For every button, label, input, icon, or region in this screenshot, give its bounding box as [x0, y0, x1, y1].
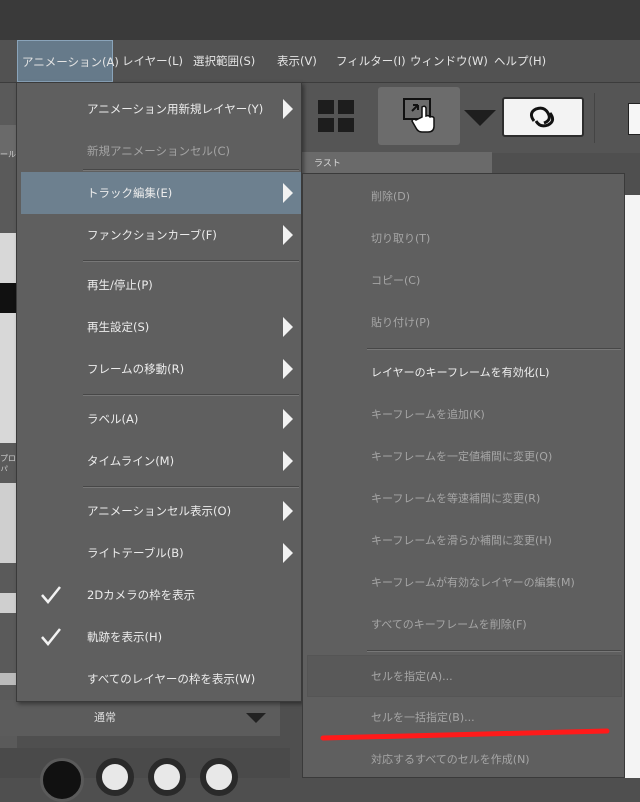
tool-panel-label: ール	[0, 150, 16, 159]
submenu-item-linear-interpolation[interactable]: キーフレームを等速補間に変更(R)	[303, 478, 624, 520]
menu-filter[interactable]: フィルター(I)	[332, 40, 410, 82]
blend-mode-select[interactable]: 通常	[0, 700, 280, 736]
hand-pointer-icon[interactable]	[378, 87, 460, 145]
grid-view-icon[interactable]	[310, 87, 362, 145]
link-icon[interactable]	[502, 97, 584, 137]
submenu-arrow-icon	[283, 501, 293, 521]
brush-preview	[0, 233, 17, 443]
submenu-arrow-icon	[283, 359, 293, 379]
submenu-item-create-all-cels[interactable]: 対応するすべてのセルを作成(N)	[303, 739, 624, 781]
brush-tip-row	[0, 748, 290, 802]
menu-item-show-all-layer-frames[interactable]: すべてのレイヤーの枠を表示(W)	[17, 658, 301, 700]
submenu-item-specify-cel[interactable]: セルを指定(A)...	[307, 655, 622, 697]
submenu-arrow-icon	[283, 317, 293, 337]
menu-item-light-table[interactable]: ライトテーブル(B)	[17, 532, 301, 574]
submenu-arrow-icon	[283, 225, 293, 245]
brush-tip-option[interactable]	[96, 758, 134, 796]
chevron-down-icon	[246, 713, 266, 723]
menu-item-function-curve[interactable]: ファンクションカーブ(F)	[17, 214, 301, 256]
brush-tip-option[interactable]	[40, 758, 84, 802]
submenu-arrow-icon	[283, 409, 293, 429]
menu-animation[interactable]: アニメーション(A)	[17, 40, 119, 82]
track-edit-submenu: 削除(D) 切り取り(T) コピー(C) 貼り付け(P) レイヤーのキーフレーム…	[302, 173, 625, 778]
checkmark-icon	[41, 628, 61, 646]
menu-item-show-trajectory[interactable]: 軌跡を表示(H)	[17, 616, 301, 658]
submenu-item-edit-keyframe-layer[interactable]: キーフレームが有効なレイヤーの編集(M)	[303, 562, 624, 604]
submenu-arrow-icon	[283, 99, 293, 119]
submenu-item-batch-specify-cel[interactable]: セルを一括指定(B)...	[303, 697, 624, 739]
menu-selection[interactable]: 選択範囲(S)	[189, 40, 259, 82]
animation-menu: アニメーション用新規レイヤー(Y) 新規アニメーションセル(C) トラック編集(…	[16, 82, 302, 702]
submenu-arrow-icon	[283, 183, 293, 203]
submenu-item-copy[interactable]: コピー(C)	[303, 260, 624, 302]
blend-mode-value: 通常	[94, 711, 116, 724]
submenu-arrow-icon	[283, 543, 293, 563]
submenu-item-constant-interpolation[interactable]: キーフレームを一定値補間に変更(Q)	[303, 436, 624, 478]
menu-item-cel-display[interactable]: アニメーションセル表示(O)	[17, 490, 301, 532]
menu-item-show-2d-camera-frame[interactable]: 2Dカメラの枠を表示	[17, 574, 301, 616]
menu-item-new-animation-cel[interactable]: 新規アニメーションセル(C)	[17, 130, 301, 172]
dropdown-arrow-icon[interactable]	[464, 110, 496, 126]
submenu-item-delete-all-keyframes[interactable]: すべてのキーフレームを削除(F)	[303, 604, 624, 646]
brush-tip-option[interactable]	[200, 758, 238, 796]
property-panel-label: プロパ	[0, 454, 16, 471]
submenu-item-cut[interactable]: 切り取り(T)	[303, 218, 624, 260]
menu-window[interactable]: ウィンドウ(W)	[406, 40, 492, 82]
command-bar	[302, 83, 640, 153]
menu-item-move-frame[interactable]: フレームの移動(R)	[17, 348, 301, 390]
menu-help[interactable]: ヘルプ(H)	[490, 40, 550, 82]
tool-panel: ール プロパ	[0, 83, 17, 778]
menu-item-new-animation-layer[interactable]: アニメーション用新規レイヤー(Y)	[17, 88, 301, 130]
submenu-item-delete[interactable]: 削除(D)	[303, 176, 624, 218]
canvas[interactable]	[624, 195, 640, 778]
layer-tab[interactable]: ラスト	[302, 152, 492, 174]
menu-view[interactable]: 表示(V)	[273, 40, 321, 82]
submenu-item-enable-layer-keyframes[interactable]: レイヤーのキーフレームを有効化(L)	[303, 352, 624, 394]
page-icon[interactable]	[628, 103, 640, 135]
submenu-arrow-icon	[283, 451, 293, 471]
menu-item-timeline[interactable]: タイムライン(M)	[17, 440, 301, 482]
window-title-bar	[0, 0, 640, 40]
menu-item-playback-settings[interactable]: 再生設定(S)	[17, 306, 301, 348]
menu-layer[interactable]: レイヤー(L)	[118, 40, 187, 82]
brush-tip-option[interactable]	[148, 758, 186, 796]
submenu-item-add-keyframe[interactable]: キーフレームを追加(K)	[303, 394, 624, 436]
submenu-item-smooth-interpolation[interactable]: キーフレームを滑らか補間に変更(H)	[303, 520, 624, 562]
menu-item-label[interactable]: ラベル(A)	[17, 398, 301, 440]
menu-item-play-stop[interactable]: 再生/停止(P)	[17, 264, 301, 306]
menu-bar: アニメーション(A) レイヤー(L) 選択範囲(S) 表示(V) フィルター(I…	[0, 40, 640, 83]
checkmark-icon	[41, 586, 61, 604]
submenu-item-paste[interactable]: 貼り付け(P)	[303, 302, 624, 344]
menu-item-track-edit[interactable]: トラック編集(E)	[21, 172, 301, 214]
